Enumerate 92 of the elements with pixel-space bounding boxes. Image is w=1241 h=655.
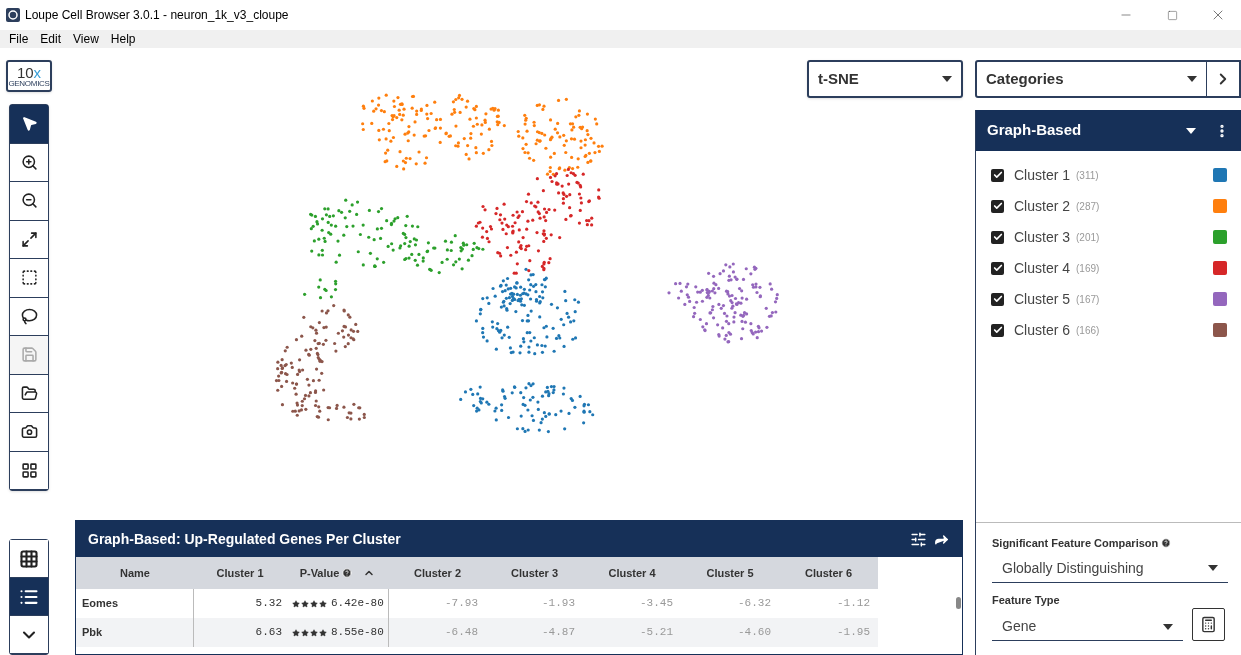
table-cell-text: 5.32 bbox=[254, 596, 283, 612]
app-icon bbox=[6, 8, 20, 22]
checkbox[interactable] bbox=[991, 292, 1004, 306]
column-header[interactable]: P-Value bbox=[286, 564, 389, 582]
comparison-dropdown[interactable]: Globally Distinguishing bbox=[992, 554, 1228, 583]
dashed-square-icon bbox=[20, 269, 38, 287]
tool-button[interactable] bbox=[10, 413, 48, 452]
menu-item[interactable]: Help bbox=[105, 30, 141, 48]
projection-dropdown[interactable]: t-SNE bbox=[807, 60, 963, 98]
tool-button[interactable] bbox=[10, 220, 48, 259]
caret-icon bbox=[1186, 127, 1196, 134]
column-header[interactable]: Cluster 6 bbox=[779, 564, 878, 582]
cluster-label: Cluster 6 bbox=[1014, 320, 1071, 340]
pointer-icon bbox=[20, 115, 38, 133]
cluster-count: (201) bbox=[1076, 230, 1100, 245]
table-cell-text: -6.48 bbox=[444, 625, 479, 641]
feature-type-dropdown[interactable]: Gene bbox=[992, 613, 1184, 641]
legend-title: Graph-Based bbox=[987, 120, 1082, 141]
caret-icon bbox=[1187, 76, 1197, 82]
table-cell: Pbk bbox=[76, 618, 194, 647]
table-cell-text: -3.45 bbox=[639, 596, 674, 612]
table-cell-text: -1.12 bbox=[836, 596, 871, 612]
help-icon bbox=[1161, 538, 1172, 549]
cluster-count: (287) bbox=[1076, 199, 1100, 214]
checkbox[interactable] bbox=[991, 199, 1004, 213]
tool-button[interactable] bbox=[10, 297, 48, 336]
menu-item[interactable]: Edit bbox=[35, 30, 67, 48]
expand-arrows-icon bbox=[20, 230, 38, 248]
logo-text: 10 bbox=[16, 64, 34, 80]
menu-item[interactable]: File bbox=[4, 30, 34, 48]
table-cell-text: -5.21 bbox=[639, 625, 674, 641]
column-header[interactable]: Cluster 1 bbox=[194, 564, 286, 582]
column-header[interactable]: Cluster 3 bbox=[486, 564, 583, 582]
table-cell-text: -4.87 bbox=[541, 625, 576, 641]
cluster-label: Cluster 5 bbox=[1014, 289, 1071, 309]
folder-icon bbox=[20, 384, 38, 402]
caret-icon bbox=[942, 76, 952, 82]
expand-panel-button[interactable] bbox=[1207, 60, 1241, 98]
checkbox[interactable] bbox=[991, 323, 1004, 337]
tool-button[interactable] bbox=[10, 374, 48, 413]
cluster-label: Cluster 1 bbox=[1014, 165, 1071, 185]
menu-item[interactable]: View bbox=[68, 30, 104, 48]
cluster-count: (169) bbox=[1076, 261, 1100, 276]
column-header[interactable]: Cluster 4 bbox=[583, 564, 681, 582]
table-cell-text: -6.32 bbox=[737, 596, 772, 612]
table-cell-text: -1.95 bbox=[836, 625, 871, 641]
zoom-in-icon bbox=[20, 153, 38, 171]
sliders-icon[interactable] bbox=[910, 530, 927, 548]
table-cell-text: -7.93 bbox=[444, 596, 479, 612]
grid-icon bbox=[20, 461, 38, 479]
tool-button[interactable] bbox=[10, 259, 48, 298]
scrollbar-thumb[interactable] bbox=[956, 597, 961, 609]
cluster-count: (167) bbox=[1076, 292, 1100, 307]
cluster-label: Cluster 4 bbox=[1014, 258, 1071, 278]
logo-subtext: GENOMICS bbox=[8, 79, 50, 88]
help-icon bbox=[342, 568, 353, 578]
tool-button[interactable] bbox=[10, 143, 48, 182]
field-label: Significant Feature Comparison bbox=[992, 536, 1159, 551]
view-button[interactable] bbox=[10, 578, 48, 616]
zoom-out-icon bbox=[20, 192, 38, 210]
caret-icon bbox=[1163, 623, 1174, 630]
cluster-count: (166) bbox=[1076, 323, 1100, 338]
checkbox[interactable] bbox=[991, 230, 1004, 244]
calculator-button[interactable] bbox=[1192, 608, 1225, 641]
table-cell-text: 8.55e-80 bbox=[331, 625, 384, 641]
window-title: Loupe Cell Browser 3.0.1 - neuron_1k_v3_cloupe bbox=[25, 7, 289, 24]
cluster-count: (311) bbox=[1076, 168, 1099, 183]
column-header[interactable]: Cluster 5 bbox=[681, 564, 779, 582]
cluster-label: Cluster 3 bbox=[1014, 227, 1071, 247]
table-cell-text: 6.42e-80 bbox=[331, 596, 384, 612]
view-button[interactable] bbox=[10, 540, 48, 578]
tool-button[interactable] bbox=[10, 105, 48, 144]
table-title: Graph-Based: Up-Regulated Genes Per Cluster bbox=[88, 529, 401, 549]
cluster-label: Cluster 2 bbox=[1014, 196, 1071, 216]
table-cell-text: -4.60 bbox=[737, 625, 772, 641]
checkbox[interactable] bbox=[991, 261, 1004, 275]
logo-mark: x bbox=[33, 64, 42, 80]
field-label: Feature Type bbox=[992, 592, 1061, 608]
grid-icon bbox=[19, 548, 39, 569]
lasso-icon bbox=[20, 307, 38, 325]
table-cell-text: -1.93 bbox=[541, 596, 576, 612]
caret-icon bbox=[1208, 565, 1218, 571]
column-header[interactable]: Cluster 2 bbox=[389, 564, 486, 582]
column-header[interactable]: Name bbox=[76, 564, 194, 582]
table-cell-text: 6.63 bbox=[254, 625, 283, 641]
maximize-icon bbox=[1166, 9, 1178, 21]
checkbox[interactable] bbox=[991, 168, 1004, 182]
categories-dropdown[interactable]: Categories bbox=[975, 60, 1207, 98]
camera-icon bbox=[20, 423, 38, 441]
tool-button[interactable] bbox=[10, 451, 48, 490]
tool-button[interactable] bbox=[10, 182, 48, 221]
calculator-icon bbox=[1200, 616, 1218, 633]
